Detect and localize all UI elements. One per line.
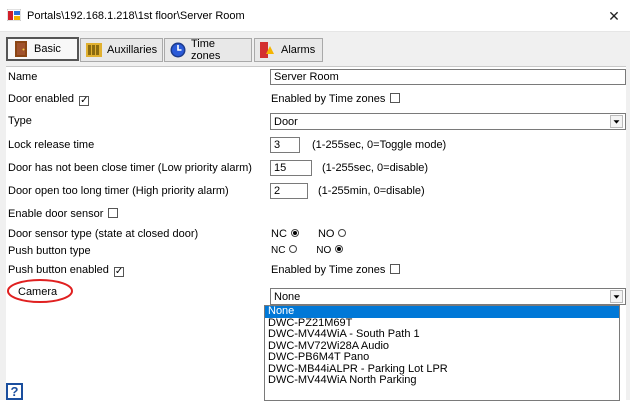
sensor-no-radio[interactable]: [338, 229, 347, 237]
door-enabled-tz-label: Enabled by Time zones: [271, 93, 386, 105]
alarm-icon: [260, 42, 274, 58]
tab-label: Basic: [34, 43, 61, 55]
push-no-radio[interactable]: [335, 245, 344, 253]
open-timer-label: Door open too long timer (High priority …: [8, 185, 229, 197]
lock-release-input[interactable]: 3: [270, 137, 300, 153]
dropdown-option[interactable]: DWC-PB6M4T Pano: [265, 351, 619, 364]
door-enabled-tz-checkbox[interactable]: [390, 93, 401, 103]
lock-release-label: Lock release time: [8, 139, 95, 151]
title-bar: Portals\192.168.1.218\1st floor\Server R…: [0, 0, 630, 32]
push-enabled-tz-label: Enabled by Time zones: [271, 264, 386, 276]
chevron-down-icon: [610, 115, 623, 128]
name-input[interactable]: Server Room: [270, 69, 626, 85]
name-label: Name: [8, 71, 38, 83]
type-value: Door: [274, 116, 298, 128]
auxillaries-icon: [86, 43, 102, 57]
tab-time-zones[interactable]: Time zones: [164, 38, 252, 62]
door-icon: [15, 41, 27, 57]
window-title: Portals\192.168.1.218\1st floor\Server R…: [27, 10, 245, 22]
door-enabled-tz-row: Enabled by Time zones: [271, 93, 401, 105]
push-enabled-tz-row: Enabled by Time zones: [271, 264, 401, 276]
tab-alarms[interactable]: Alarms: [254, 38, 323, 62]
door-enabled-row: Door enabled ✓: [8, 93, 90, 106]
close-timer-input[interactable]: 15: [270, 160, 312, 176]
dialog-content: Basic Auxillaries Time zones Alarms Name…: [0, 32, 630, 401]
push-enabled-row: Push button enabled ✓: [8, 264, 124, 277]
type-select[interactable]: Door: [270, 113, 626, 130]
sensor-type-label: Door sensor type (state at closed door): [8, 228, 199, 240]
push-type-label: Push button type: [8, 245, 91, 257]
push-enabled-label: Push button enabled: [8, 264, 109, 276]
door-sensor-row: Enable door sensor: [8, 208, 119, 220]
help-button[interactable]: ?: [6, 383, 23, 400]
app-icon: [7, 9, 21, 21]
sensor-type-radios: NC NO: [271, 228, 352, 240]
camera-value: None: [274, 291, 301, 303]
push-no-label: NO: [316, 245, 332, 256]
push-enabled-checkbox[interactable]: ✓: [113, 267, 124, 277]
door-enabled-label: Door enabled: [8, 93, 75, 105]
close-icon[interactable]: ✕: [604, 6, 624, 26]
sensor-nc-label: NC: [271, 228, 287, 240]
tab-label: Time zones: [191, 38, 221, 62]
open-timer-input[interactable]: 2: [270, 183, 308, 199]
clock-icon: [170, 42, 186, 58]
door-sensor-checkbox[interactable]: [108, 208, 119, 218]
type-label: Type: [8, 115, 32, 127]
dropdown-option[interactable]: DWC-MV44WiA North Parking: [265, 374, 619, 387]
close-timer-hint: (1-255sec, 0=disable): [322, 162, 429, 174]
tab-auxillaries[interactable]: Auxillaries: [80, 38, 163, 62]
push-nc-label: NC: [271, 245, 286, 256]
close-timer-label: Door has not been close timer (Low prior…: [8, 162, 252, 174]
push-type-radios: NC NO: [271, 245, 349, 256]
chevron-down-icon: [610, 290, 623, 303]
sensor-nc-radio[interactable]: [290, 229, 299, 237]
open-timer-hint: (1-255min, 0=disable): [318, 185, 425, 197]
push-enabled-tz-checkbox[interactable]: [390, 264, 401, 274]
dropdown-option[interactable]: DWC-MV44WiA - South Path 1: [265, 328, 619, 341]
door-sensor-label: Enable door sensor: [8, 208, 104, 220]
push-nc-radio[interactable]: [289, 245, 298, 253]
tab-label: Alarms: [281, 44, 316, 56]
tab-basic[interactable]: Basic: [6, 37, 79, 61]
camera-dropdown-list: None DWC-PZ21M69T DWC-MV44WiA - South Pa…: [264, 305, 620, 401]
camera-annotation-ellipse: [7, 279, 73, 303]
door-enabled-checkbox[interactable]: ✓: [79, 96, 90, 106]
dropdown-option[interactable]: None: [265, 305, 619, 318]
lock-release-hint: (1-255sec, 0=Toggle mode): [312, 139, 447, 151]
sensor-no-label: NO: [317, 228, 335, 240]
tab-label: Auxillaries: [107, 44, 158, 56]
camera-select[interactable]: None: [270, 288, 626, 305]
